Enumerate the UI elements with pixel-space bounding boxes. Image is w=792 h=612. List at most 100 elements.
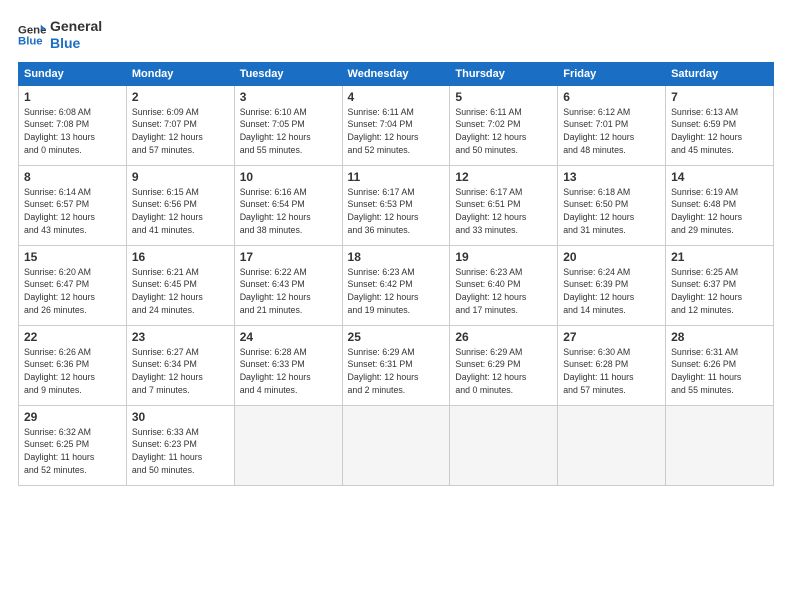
day-info: Sunrise: 6:31 AMSunset: 6:26 PMDaylight:… [671, 346, 768, 397]
day-number: 7 [671, 90, 768, 104]
day-number: 22 [24, 330, 121, 344]
day-info: Sunrise: 6:20 AMSunset: 6:47 PMDaylight:… [24, 266, 121, 317]
calendar-cell-8: 8 Sunrise: 6:14 AMSunset: 6:57 PMDaylight… [19, 165, 127, 245]
day-number: 26 [455, 330, 552, 344]
day-info: Sunrise: 6:11 AMSunset: 7:04 PMDaylight:… [348, 106, 445, 157]
header: General Blue General Blue [18, 18, 774, 52]
day-number: 21 [671, 250, 768, 264]
page: General Blue General Blue SundayMondayTu… [0, 0, 792, 612]
calendar-cell-2: 2 Sunrise: 6:09 AMSunset: 7:07 PMDaylight… [126, 85, 234, 165]
day-info: Sunrise: 6:24 AMSunset: 6:39 PMDaylight:… [563, 266, 660, 317]
day-info: Sunrise: 6:10 AMSunset: 7:05 PMDaylight:… [240, 106, 337, 157]
day-number: 2 [132, 90, 229, 104]
calendar-cell-9: 9Sunrise: 6:15 AMSunset: 6:56 PMDaylight… [126, 165, 234, 245]
day-number: 9 [132, 170, 229, 184]
day-number: 8 [24, 170, 121, 184]
day-info: Sunrise: 6:32 AMSunset: 6:25 PMDaylight:… [24, 426, 121, 477]
calendar-cell-7: 7 Sunrise: 6:13 AMSunset: 6:59 PMDaylight… [666, 85, 774, 165]
calendar-cell-6: 6 Sunrise: 6:12 AMSunset: 7:01 PMDaylight… [558, 85, 666, 165]
calendar-header-wednesday: Wednesday [342, 62, 450, 85]
calendar-cell-empty [666, 405, 774, 485]
logo-general: General [50, 18, 102, 35]
calendar-cell-empty [342, 405, 450, 485]
day-info: Sunrise: 6:09 AMSunset: 7:07 PMDaylight:… [132, 106, 229, 157]
day-number: 6 [563, 90, 660, 104]
calendar-week-2: 8 Sunrise: 6:14 AMSunset: 6:57 PMDaylight… [19, 165, 774, 245]
day-info: Sunrise: 6:11 AMSunset: 7:02 PMDaylight:… [455, 106, 552, 157]
calendar-cell-17: 17Sunrise: 6:22 AMSunset: 6:43 PMDayligh… [234, 245, 342, 325]
day-info: Sunrise: 6:23 AMSunset: 6:40 PMDaylight:… [455, 266, 552, 317]
logo: General Blue General Blue [18, 18, 102, 52]
calendar-week-3: 15 Sunrise: 6:20 AMSunset: 6:47 PMDayligh… [19, 245, 774, 325]
calendar-cell-12: 12 Sunrise: 6:17 AMSunset: 6:51 PMDayligh… [450, 165, 558, 245]
day-info: Sunrise: 6:08 AMSunset: 7:08 PMDaylight:… [24, 106, 121, 157]
day-info: Sunrise: 6:33 AMSunset: 6:23 PMDaylight:… [132, 426, 229, 477]
calendar-cell-29: 29 Sunrise: 6:32 AMSunset: 6:25 PMDayligh… [19, 405, 127, 485]
calendar-header-sunday: Sunday [19, 62, 127, 85]
calendar-cell-16: 16Sunrise: 6:21 AMSunset: 6:45 PMDayligh… [126, 245, 234, 325]
day-info: Sunrise: 6:26 AMSunset: 6:36 PMDaylight:… [24, 346, 121, 397]
day-info: Sunrise: 6:12 AMSunset: 7:01 PMDaylight:… [563, 106, 660, 157]
day-info: Sunrise: 6:17 AMSunset: 6:53 PMDaylight:… [348, 186, 445, 237]
day-number: 3 [240, 90, 337, 104]
calendar-cell-4: 4 Sunrise: 6:11 AMSunset: 7:04 PMDaylight… [342, 85, 450, 165]
day-info: Sunrise: 6:18 AMSunset: 6:50 PMDaylight:… [563, 186, 660, 237]
logo-icon: General Blue [18, 21, 46, 49]
calendar-cell-5: 5 Sunrise: 6:11 AMSunset: 7:02 PMDaylight… [450, 85, 558, 165]
day-info: Sunrise: 6:25 AMSunset: 6:37 PMDaylight:… [671, 266, 768, 317]
day-number: 12 [455, 170, 552, 184]
calendar-cell-14: 14Sunrise: 6:19 AMSunset: 6:48 PMDayligh… [666, 165, 774, 245]
calendar-week-4: 22 Sunrise: 6:26 AMSunset: 6:36 PMDayligh… [19, 325, 774, 405]
day-info: Sunrise: 6:13 AMSunset: 6:59 PMDaylight:… [671, 106, 768, 157]
calendar-cell-1: 1 Sunrise: 6:08 AMSunset: 7:08 PMDaylight… [19, 85, 127, 165]
day-info: Sunrise: 6:16 AMSunset: 6:54 PMDaylight:… [240, 186, 337, 237]
day-number: 5 [455, 90, 552, 104]
day-number: 28 [671, 330, 768, 344]
calendar-cell-20: 20 Sunrise: 6:24 AMSunset: 6:39 PMDayligh… [558, 245, 666, 325]
svg-text:Blue: Blue [18, 35, 43, 47]
logo-blue: Blue [50, 35, 102, 52]
calendar-week-1: 1 Sunrise: 6:08 AMSunset: 7:08 PMDaylight… [19, 85, 774, 165]
day-number: 30 [132, 410, 229, 424]
day-number: 23 [132, 330, 229, 344]
calendar-cell-22: 22 Sunrise: 6:26 AMSunset: 6:36 PMDayligh… [19, 325, 127, 405]
day-info: Sunrise: 6:17 AMSunset: 6:51 PMDaylight:… [455, 186, 552, 237]
day-number: 4 [348, 90, 445, 104]
calendar-cell-21: 21 Sunrise: 6:25 AMSunset: 6:37 PMDayligh… [666, 245, 774, 325]
calendar-header-monday: Monday [126, 62, 234, 85]
calendar-cell-28: 28 Sunrise: 6:31 AMSunset: 6:26 PMDayligh… [666, 325, 774, 405]
day-info: Sunrise: 6:27 AMSunset: 6:34 PMDaylight:… [132, 346, 229, 397]
calendar-cell-30: 30 Sunrise: 6:33 AMSunset: 6:23 PMDayligh… [126, 405, 234, 485]
calendar-cell-15: 15 Sunrise: 6:20 AMSunset: 6:47 PMDayligh… [19, 245, 127, 325]
calendar-header-tuesday: Tuesday [234, 62, 342, 85]
day-info: Sunrise: 6:14 AMSunset: 6:57 PMDaylight:… [24, 186, 121, 237]
day-info: Sunrise: 6:29 AMSunset: 6:29 PMDaylight:… [455, 346, 552, 397]
calendar-cell-19: 19Sunrise: 6:23 AMSunset: 6:40 PMDayligh… [450, 245, 558, 325]
calendar-cell-empty [558, 405, 666, 485]
day-info: Sunrise: 6:22 AMSunset: 6:43 PMDaylight:… [240, 266, 337, 317]
day-number: 16 [132, 250, 229, 264]
day-info: Sunrise: 6:30 AMSunset: 6:28 PMDaylight:… [563, 346, 660, 397]
calendar-header-friday: Friday [558, 62, 666, 85]
calendar-cell-24: 24Sunrise: 6:28 AMSunset: 6:33 PMDayligh… [234, 325, 342, 405]
day-info: Sunrise: 6:23 AMSunset: 6:42 PMDaylight:… [348, 266, 445, 317]
calendar-cell-18: 18 Sunrise: 6:23 AMSunset: 6:42 PMDayligh… [342, 245, 450, 325]
calendar-cell-26: 26 Sunrise: 6:29 AMSunset: 6:29 PMDayligh… [450, 325, 558, 405]
calendar-cell-25: 25 Sunrise: 6:29 AMSunset: 6:31 PMDayligh… [342, 325, 450, 405]
calendar-header-thursday: Thursday [450, 62, 558, 85]
day-number: 27 [563, 330, 660, 344]
calendar-table: SundayMondayTuesdayWednesdayThursdayFrid… [18, 62, 774, 486]
calendar-cell-empty [234, 405, 342, 485]
calendar-cell-empty [450, 405, 558, 485]
day-number: 15 [24, 250, 121, 264]
day-number: 25 [348, 330, 445, 344]
day-number: 18 [348, 250, 445, 264]
day-info: Sunrise: 6:29 AMSunset: 6:31 PMDaylight:… [348, 346, 445, 397]
day-number: 14 [671, 170, 768, 184]
day-number: 29 [24, 410, 121, 424]
day-number: 1 [24, 90, 121, 104]
calendar-cell-13: 13Sunrise: 6:18 AMSunset: 6:50 PMDayligh… [558, 165, 666, 245]
day-number: 11 [348, 170, 445, 184]
day-number: 20 [563, 250, 660, 264]
calendar-cell-11: 11 Sunrise: 6:17 AMSunset: 6:53 PMDayligh… [342, 165, 450, 245]
